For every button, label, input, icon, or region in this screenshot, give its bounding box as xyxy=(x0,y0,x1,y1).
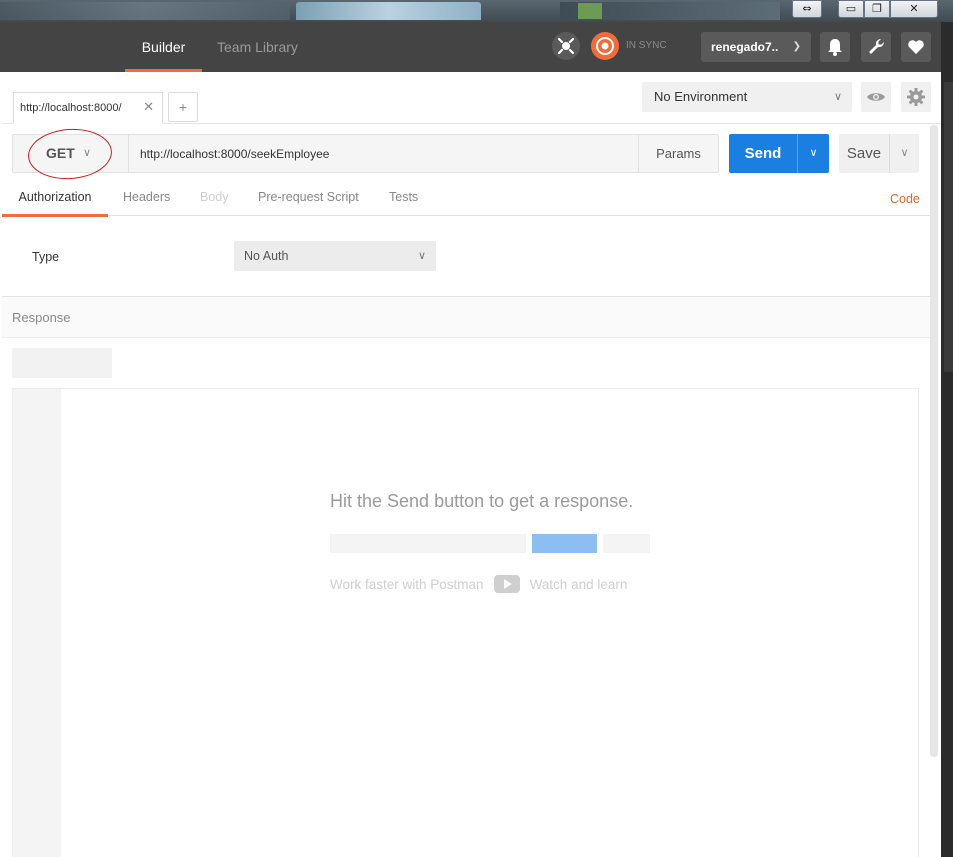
response-placeholder-pill xyxy=(12,348,112,378)
tab-authorization[interactable]: Authorization xyxy=(2,182,108,217)
request-tab[interactable]: http://localhost:8000/ ✕ xyxy=(13,92,163,124)
bell-icon[interactable] xyxy=(820,32,850,62)
send-label: Send xyxy=(744,145,782,162)
add-tab-button[interactable]: + xyxy=(168,92,198,122)
empty-response-message: Hit the Send button to get a response. xyxy=(330,491,634,511)
chevron-down-icon[interactable]: ∨ xyxy=(797,134,829,173)
send-button[interactable]: Send ∨ xyxy=(729,134,829,173)
background-window-tab xyxy=(296,2,481,20)
placeholder-bar xyxy=(603,534,650,553)
tab-builder[interactable]: Builder xyxy=(125,22,202,72)
request-tabbar: http://localhost:8000/ ✕ + No Environmen… xyxy=(2,72,941,124)
heart-icon[interactable] xyxy=(901,32,931,62)
chevron-down-icon: ∨ xyxy=(417,250,426,262)
close-window-icon[interactable]: ✕ xyxy=(890,0,938,18)
tab-pre-request-script[interactable]: Pre-request Script xyxy=(258,182,359,216)
method-dropdown[interactable]: GET ∨ xyxy=(13,135,129,172)
app-header: Builder Team Library IN SYNC renegado7..… xyxy=(0,22,941,72)
environment-dropdown[interactable]: No Environment ∨ xyxy=(642,82,852,112)
save-label: Save xyxy=(846,145,882,162)
vertical-scrollbar[interactable] xyxy=(930,125,938,757)
method-label: GET xyxy=(46,145,75,161)
resize-window-icon[interactable]: ⇔ xyxy=(792,0,822,18)
environment-label: No Environment xyxy=(654,89,748,104)
minimize-window-icon[interactable]: ▭ xyxy=(838,0,864,18)
url-input[interactable] xyxy=(130,135,638,172)
response-header: Response xyxy=(2,296,930,338)
tab-body[interactable]: Body xyxy=(200,182,229,216)
params-button[interactable]: Params xyxy=(638,135,718,172)
window-edge-shade xyxy=(944,82,953,372)
background-window-blur xyxy=(0,2,290,20)
sync-status: IN SYNC xyxy=(626,40,667,51)
play-icon[interactable] xyxy=(493,574,520,593)
request-tab-label: http://localhost:8000/ xyxy=(20,102,122,114)
user-dropdown[interactable]: renegado7.. ❯ xyxy=(701,32,811,62)
maximize-window-icon[interactable]: ❐ xyxy=(864,0,890,18)
auth-type-dropdown[interactable]: No Auth ∨ xyxy=(234,241,436,271)
username-label: renegado7.. xyxy=(711,40,779,54)
placeholder-bar xyxy=(532,534,597,553)
request-url-bar: GET ∨ Params xyxy=(12,134,719,173)
gear-icon[interactable] xyxy=(901,82,931,112)
window-titlebar: ⇔ ▭ ❐ ✕ xyxy=(0,0,953,22)
response-gutter xyxy=(13,389,61,857)
chevron-down-icon: ❯ xyxy=(792,41,801,52)
sync-icon[interactable] xyxy=(591,32,619,60)
watch-and-learn-link[interactable]: Watch and learn xyxy=(530,577,628,592)
eye-icon[interactable] xyxy=(861,82,891,112)
chevron-down-icon: ∨ xyxy=(83,147,92,159)
background-window-icon xyxy=(578,3,602,19)
save-button[interactable]: Save ∨ xyxy=(839,134,919,173)
wrench-icon[interactable] xyxy=(861,32,891,62)
auth-type-label: Type xyxy=(32,250,60,264)
auth-type-value: No Auth xyxy=(244,249,289,263)
response-panel: Hit the Send button to get a response. W… xyxy=(12,388,919,857)
window-edge xyxy=(941,22,953,857)
request-subtabs: Authorization Headers Body Pre-request S… xyxy=(2,182,930,217)
interceptor-icon[interactable] xyxy=(552,32,580,60)
close-tab-icon[interactable]: ✕ xyxy=(143,93,154,123)
tab-headers[interactable]: Headers xyxy=(123,182,170,216)
code-link[interactable]: Code xyxy=(890,192,920,206)
learn-row: Work faster with Postman Watch and learn xyxy=(330,574,628,593)
learn-prefix: Work faster with Postman xyxy=(330,577,484,592)
chevron-down-icon: ∨ xyxy=(833,91,842,103)
tab-tests[interactable]: Tests xyxy=(389,182,418,216)
placeholder-bar xyxy=(330,534,526,553)
tab-team-library[interactable]: Team Library xyxy=(217,22,298,72)
chevron-down-icon[interactable]: ∨ xyxy=(889,134,919,173)
